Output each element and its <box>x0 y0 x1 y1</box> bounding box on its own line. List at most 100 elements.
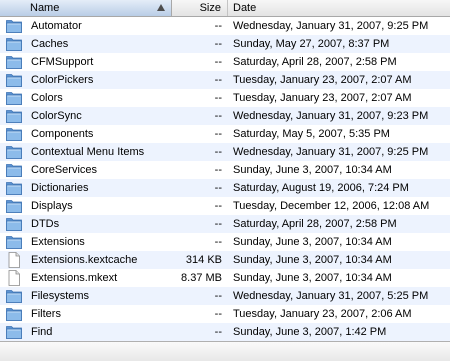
item-date: Wednesday, January 31, 2007, 5:25 PM <box>233 290 429 302</box>
item-date: Sunday, June 3, 2007, 10:34 AM <box>233 254 392 266</box>
item-size: -- <box>214 56 222 68</box>
item-size: -- <box>214 128 222 140</box>
item-name: ColorSync <box>31 110 82 122</box>
folder-icon <box>5 288 23 304</box>
item-size: -- <box>214 326 222 338</box>
item-size: -- <box>214 236 222 248</box>
folder-icon <box>5 162 23 178</box>
folder-icon <box>5 324 23 340</box>
size-column-header[interactable]: Size <box>172 0 228 16</box>
folder-icon <box>5 72 23 88</box>
item-date: Sunday, June 3, 2007, 10:34 AM <box>233 164 392 176</box>
folder-icon <box>5 180 23 196</box>
item-date: Sunday, May 27, 2007, 8:37 PM <box>233 38 390 50</box>
item-date: Sunday, June 3, 2007, 10:34 AM <box>233 272 392 284</box>
item-size: -- <box>214 74 222 86</box>
item-name: Filters <box>31 308 61 320</box>
item-date: Wednesday, January 31, 2007, 9:23 PM <box>233 110 429 122</box>
size-column-label: Size <box>199 2 221 14</box>
item-size: -- <box>214 164 222 176</box>
list-item[interactable]: Components -- Saturday, May 5, 2007, 5:35 … <box>0 125 450 143</box>
item-date: Saturday, April 28, 2007, 2:58 PM <box>233 56 397 68</box>
list-item[interactable]: Find -- Sunday, June 3, 2007, 1:42 PM <box>0 323 450 341</box>
item-name: CFMSupport <box>31 56 94 68</box>
item-date: Saturday, August 19, 2006, 7:24 PM <box>233 182 409 194</box>
document-icon <box>5 270 23 286</box>
folder-icon <box>5 306 23 322</box>
list-item[interactable]: Automator -- Wednesday, January 31, 2007, … <box>0 17 450 35</box>
item-size: 314 KB <box>185 254 222 266</box>
item-date: Wednesday, January 31, 2007, 9:25 PM <box>233 146 429 158</box>
item-date: Sunday, June 3, 2007, 1:42 PM <box>233 326 387 338</box>
name-column-header[interactable]: Name <box>0 0 172 16</box>
folder-icon <box>5 126 23 142</box>
date-column-label: Date <box>233 2 257 14</box>
item-name: Extensions <box>31 236 85 248</box>
item-name: Find <box>31 326 53 338</box>
item-date: Sunday, June 3, 2007, 10:34 AM <box>233 236 392 248</box>
folder-icon <box>5 144 23 160</box>
item-size: -- <box>214 92 222 104</box>
item-date: Saturday, May 5, 2007, 5:35 PM <box>233 128 390 140</box>
item-name: Contextual Menu Items <box>31 146 145 158</box>
item-size: -- <box>214 308 222 320</box>
item-size: -- <box>214 218 222 230</box>
name-column-label: Name <box>30 2 60 14</box>
item-name: Displays <box>31 200 73 212</box>
folder-icon <box>5 18 23 34</box>
item-date: Tuesday, January 23, 2007, 2:07 AM <box>233 74 412 86</box>
folder-icon <box>5 54 23 70</box>
sort-ascending-icon[interactable] <box>157 4 165 11</box>
item-size: -- <box>214 290 222 302</box>
list-item[interactable]: Filters -- Tuesday, January 23, 2007, 2:06… <box>0 305 450 323</box>
horizontal-scrollbar[interactable] <box>0 341 450 361</box>
item-date: Tuesday, January 23, 2007, 2:06 AM <box>233 308 412 320</box>
item-date: Tuesday, January 23, 2007, 2:07 AM <box>233 92 412 104</box>
document-icon <box>5 252 23 268</box>
item-date: Saturday, April 28, 2007, 2:58 PM <box>233 218 397 230</box>
item-size: -- <box>214 200 222 212</box>
list-item[interactable]: Dictionaries -- Saturday, August 19, 2006,… <box>0 179 450 197</box>
column-header-bar: Name Size Date <box>0 0 450 17</box>
folder-icon <box>5 108 23 124</box>
item-name: DTDs <box>31 218 60 230</box>
item-date: Tuesday, December 12, 2006, 12:08 AM <box>233 200 430 212</box>
list-item[interactable]: Filesystems -- Wednesday, January 31, 2007… <box>0 287 450 305</box>
item-name: Dictionaries <box>31 182 89 194</box>
list-item[interactable]: Contextual Menu Items -- Wednesday, Januar… <box>0 143 450 161</box>
item-name: Colors <box>31 92 63 104</box>
list-item[interactable]: Extensions -- Sunday, June 3, 2007, 10:34 … <box>0 233 450 251</box>
item-name: CoreServices <box>31 164 98 176</box>
list-item[interactable]: Displays -- Tuesday, December 12, 2006, 12… <box>0 197 450 215</box>
folder-icon <box>5 216 23 232</box>
item-name: Extensions.mkext <box>31 272 118 284</box>
folder-icon <box>5 90 23 106</box>
item-size: -- <box>214 110 222 122</box>
list-item[interactable]: CFMSupport -- Saturday, April 28, 2007, 2:… <box>0 53 450 71</box>
folder-icon <box>5 234 23 250</box>
item-date: Wednesday, January 31, 2007, 9:25 PM <box>233 20 429 32</box>
file-list: Automator -- Wednesday, January 31, 2007, … <box>0 17 450 341</box>
item-size: 8.37 MB <box>181 272 222 284</box>
item-name: Filesystems <box>31 290 90 302</box>
list-item[interactable]: ColorSync -- Wednesday, January 31, 2007, … <box>0 107 450 125</box>
folder-icon <box>5 36 23 52</box>
date-column-header[interactable]: Date <box>228 0 450 16</box>
list-item[interactable]: ColorPickers -- Tuesday, January 23, 2007,… <box>0 71 450 89</box>
list-item[interactable]: Extensions.kextcache 314 KB Sunday, June 3… <box>0 251 450 269</box>
item-name: Automator <box>31 20 82 32</box>
item-size: -- <box>214 146 222 158</box>
list-item[interactable]: CoreServices -- Sunday, June 3, 2007, 10:3… <box>0 161 450 179</box>
folder-icon <box>5 198 23 214</box>
item-name: Caches <box>31 38 69 50</box>
item-name: Components <box>31 128 94 140</box>
list-item[interactable]: Colors -- Tuesday, January 23, 2007, 2:07 … <box>0 89 450 107</box>
item-size: -- <box>214 20 222 32</box>
list-item[interactable]: DTDs -- Saturday, April 28, 2007, 2:58 PM <box>0 215 450 233</box>
list-item[interactable]: Extensions.mkext 8.37 MB Sunday, June 3, 2… <box>0 269 450 287</box>
item-size: -- <box>214 182 222 194</box>
item-name: Extensions.kextcache <box>31 254 138 266</box>
list-item[interactable]: Caches -- Sunday, May 27, 2007, 8:37 PM <box>0 35 450 53</box>
item-size: -- <box>214 38 222 50</box>
item-name: ColorPickers <box>31 74 94 86</box>
